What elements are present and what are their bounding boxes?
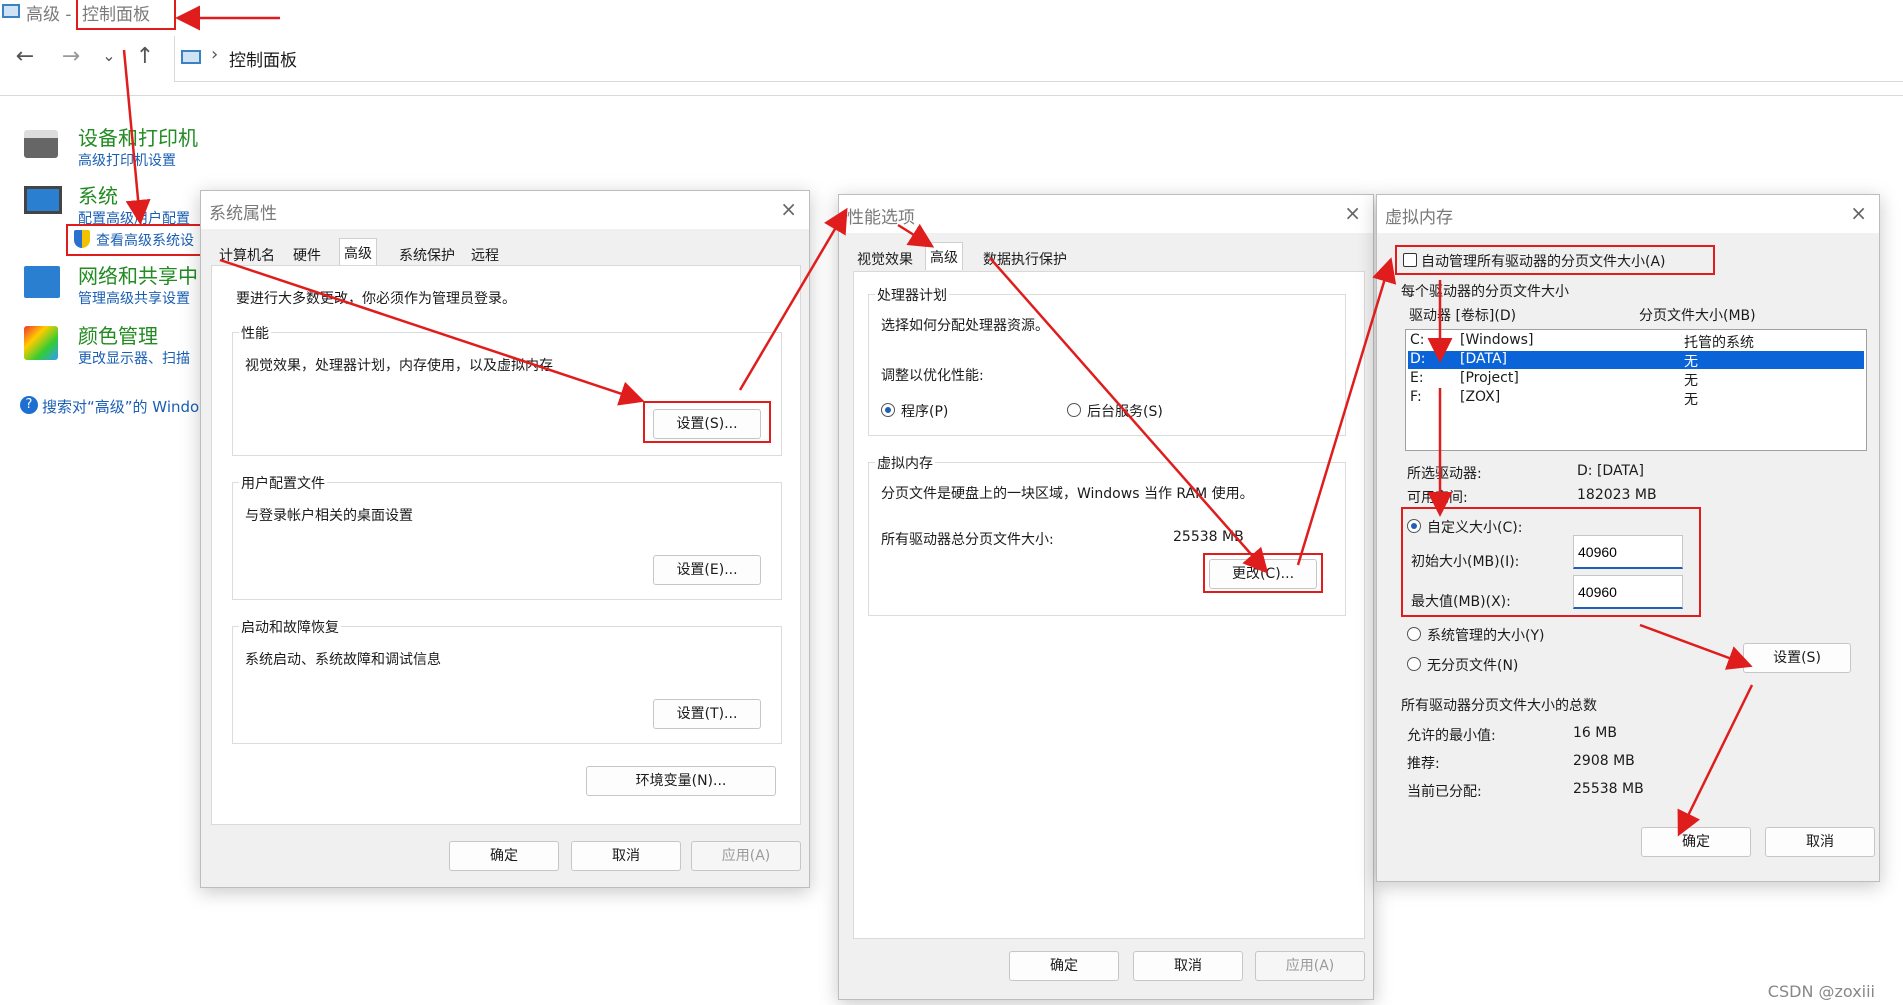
arrow-to-perf-dialog xyxy=(738,207,848,391)
arrow-to-ok xyxy=(1677,684,1754,837)
arrow-to-vmem-dialog xyxy=(1296,257,1397,566)
arrow-to-system-link xyxy=(122,49,151,225)
arrow-to-set xyxy=(1639,623,1753,670)
arrow-to-perf-settings xyxy=(219,258,645,406)
arrow-to-advanced-tab xyxy=(897,223,935,248)
watermark: CSDN @zoxiii xyxy=(1767,982,1875,1001)
arrow-to-change xyxy=(989,257,1269,574)
annotation-arrows xyxy=(122,5,1754,837)
